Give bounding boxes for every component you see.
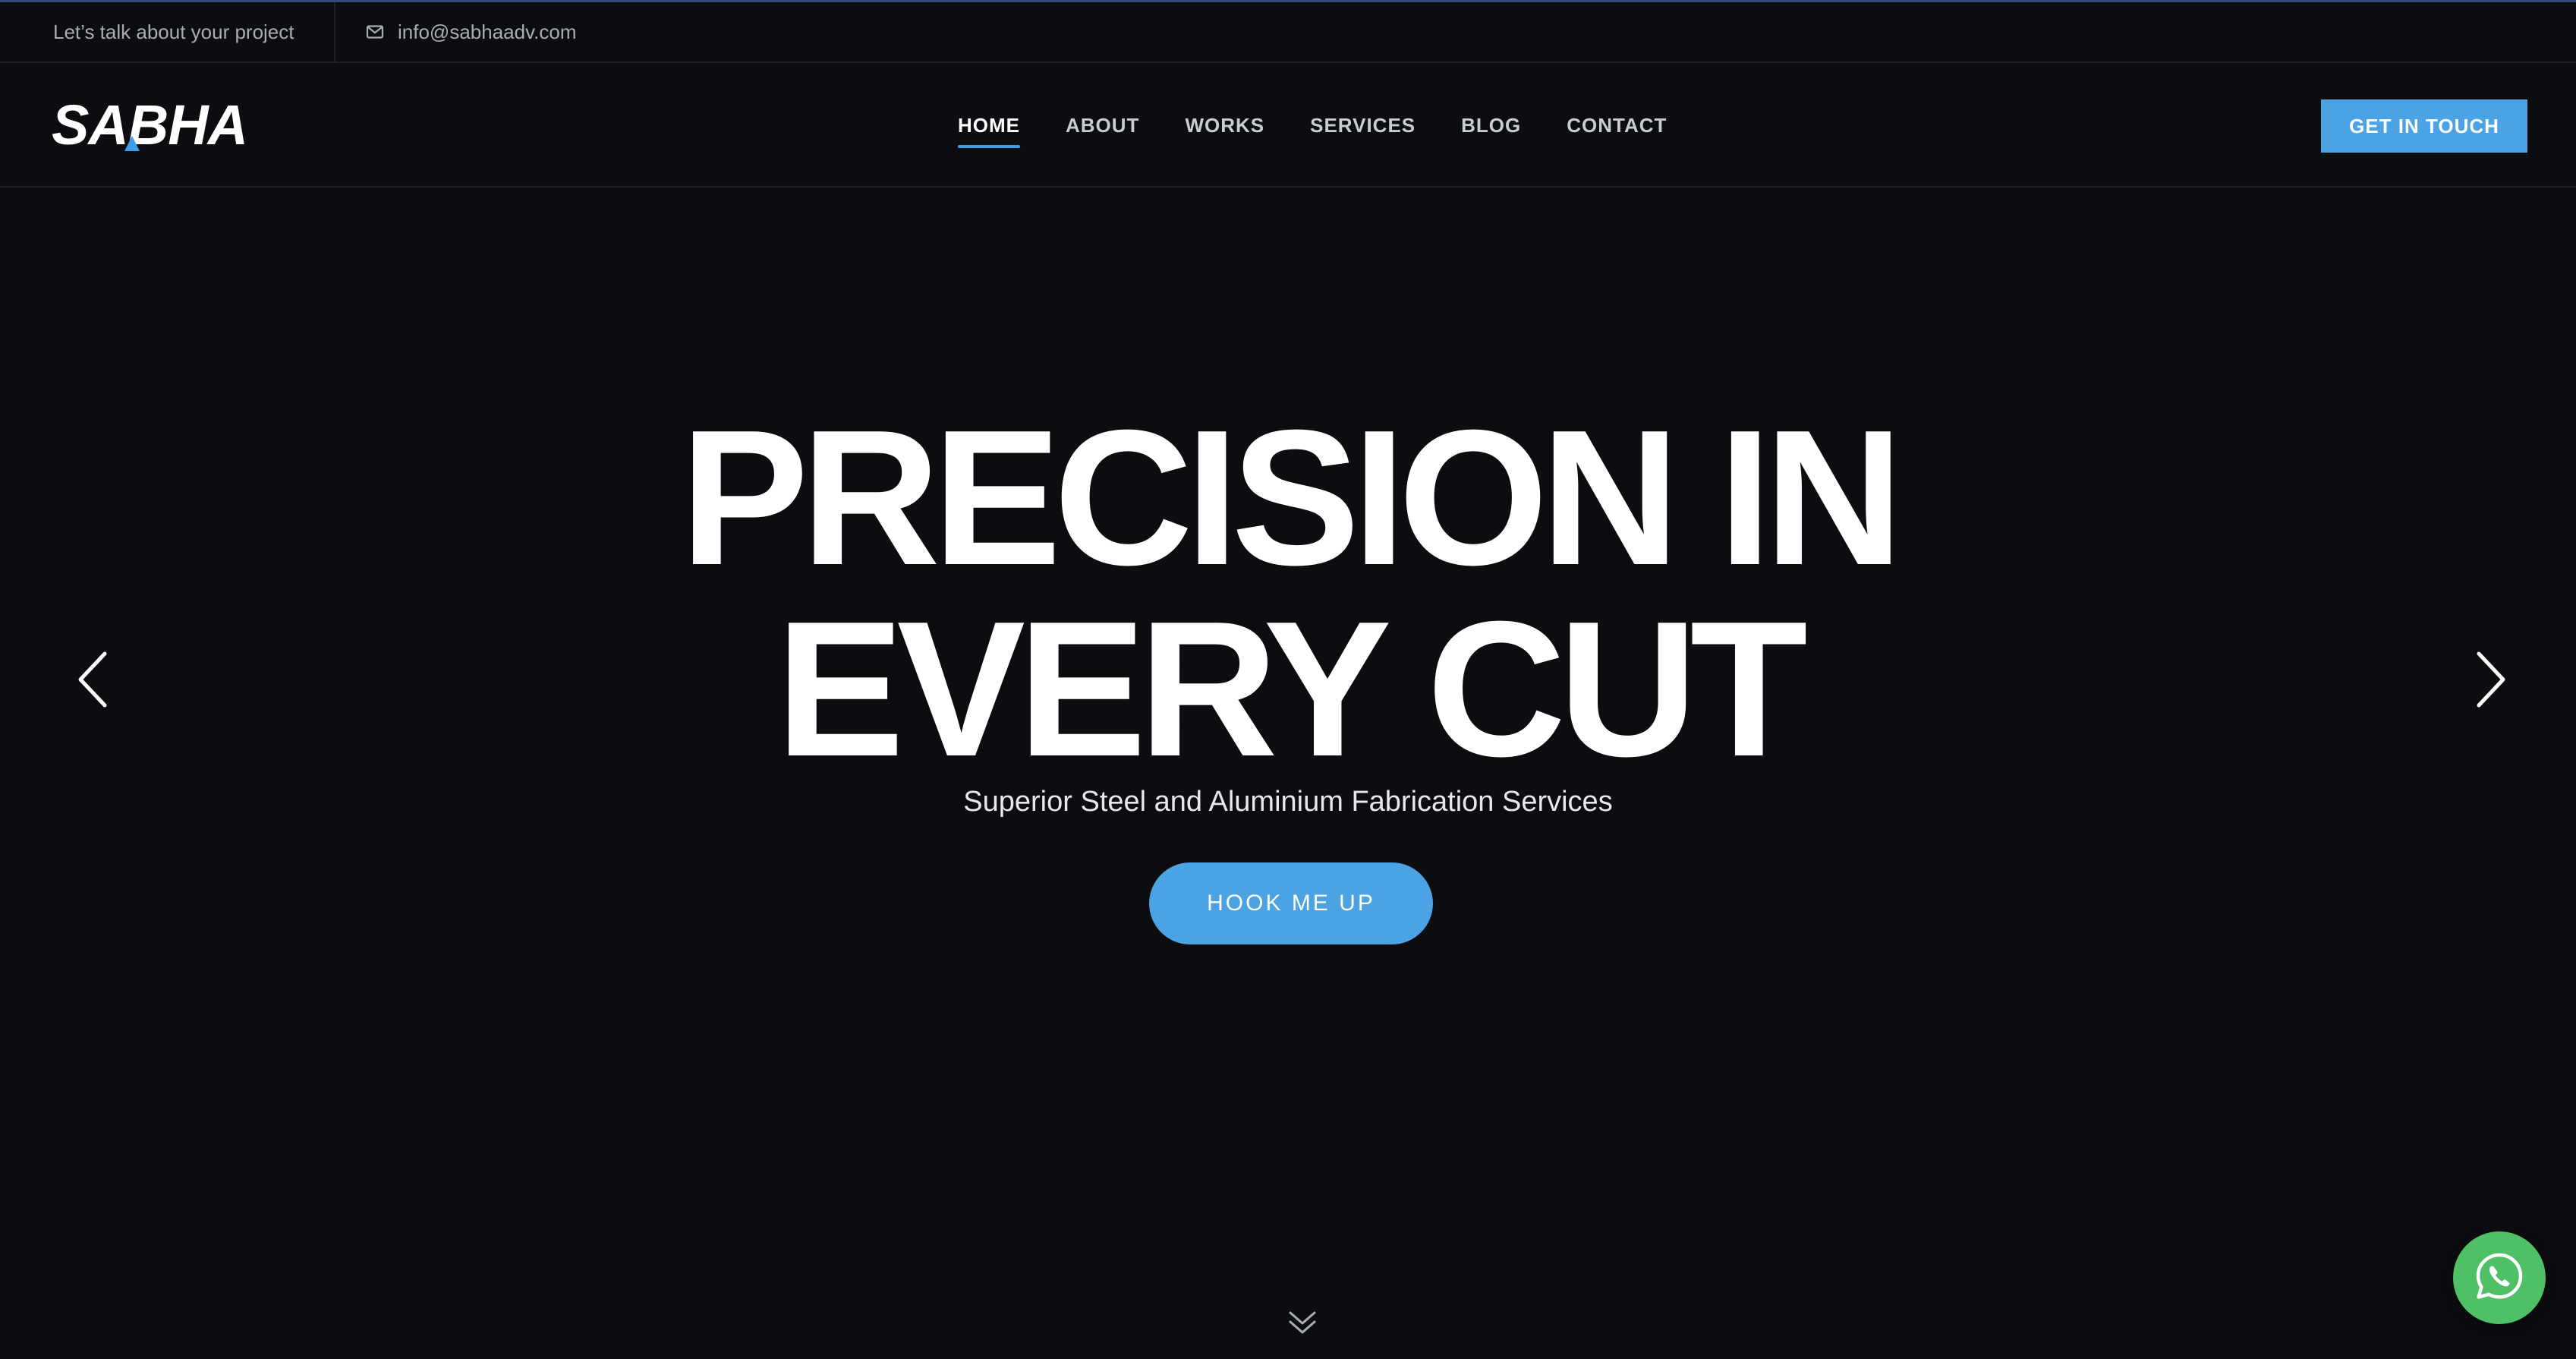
nav-item-about[interactable]: ABOUT <box>1066 114 1139 137</box>
hero-title: PRECISION IN EVERY CUT <box>0 401 2576 785</box>
topbar-divider <box>334 2 335 63</box>
main-header: SABHA HOME ABOUT WORKS SERVICES BLOG CON… <box>0 63 2576 188</box>
logo-accent-triangle <box>124 136 140 151</box>
envelope-icon <box>366 23 384 41</box>
topbar-tagline: Let’s talk about your project <box>53 20 294 43</box>
nav-item-contact[interactable]: CONTACT <box>1567 114 1667 137</box>
topbar-email-link[interactable]: info@sabhaadv.com <box>366 2 577 61</box>
logo-text: SABHA <box>52 93 248 156</box>
hero-subtitle: Superior Steel and Aluminium Fabrication… <box>963 786 1613 818</box>
slider-prev-button[interactable] <box>67 651 120 711</box>
whatsapp-icon <box>2472 1249 2527 1307</box>
hero-slider: PRECISION IN EVERY CUT Superior Steel an… <box>0 189 2576 1359</box>
chevron-left-icon <box>74 651 112 712</box>
site-logo[interactable]: SABHA <box>52 93 279 156</box>
hero-title-line-2: EVERY CUT <box>776 581 1808 796</box>
scroll-down-button[interactable] <box>1286 1307 1319 1337</box>
chevron-right-icon <box>2471 651 2509 712</box>
slider-next-button[interactable] <box>2464 651 2517 711</box>
nav-item-works[interactable]: WORKS <box>1185 114 1264 137</box>
hero-title-line-1: PRECISION IN <box>680 389 1904 605</box>
topbar-email-text: info@sabhaadv.com <box>398 20 577 43</box>
get-in-touch-button[interactable]: GET IN TOUCH <box>2321 99 2527 153</box>
hook-me-up-button[interactable]: HOOK ME UP <box>1149 862 1433 944</box>
top-info-bar: Let’s talk about your project info@sabha… <box>0 2 2576 63</box>
whatsapp-button[interactable] <box>2453 1231 2546 1324</box>
main-nav: HOME ABOUT WORKS SERVICES BLOG CONTACT <box>958 63 1667 188</box>
double-chevron-down-icon <box>1286 1311 1319 1340</box>
nav-item-services[interactable]: SERVICES <box>1310 114 1416 137</box>
nav-item-blog[interactable]: BLOG <box>1461 114 1521 137</box>
page: Let’s talk about your project info@sabha… <box>0 0 2576 1359</box>
nav-item-home[interactable]: HOME <box>958 114 1020 148</box>
